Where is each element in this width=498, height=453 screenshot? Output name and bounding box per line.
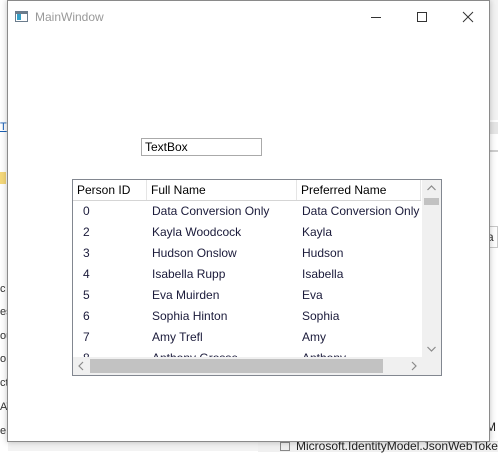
people-data-grid[interactable]: Person ID Full Name Preferred Name 0 Dat… <box>72 179 442 376</box>
cell-person-id: 0 <box>83 204 90 218</box>
chevron-left-icon <box>78 361 84 371</box>
cell-preferred-name: Hudson <box>302 246 344 260</box>
scroll-left-button[interactable] <box>73 357 90 375</box>
horizontal-scrollbar[interactable] <box>73 357 422 375</box>
main-window: MainWindow TextBox Person ID Full Name P… <box>7 0 490 442</box>
vertical-scrollbar[interactable] <box>422 180 441 357</box>
column-header-preferred-name[interactable]: Preferred Name <box>297 180 421 200</box>
table-row[interactable]: 0 Data Conversion Only Data Conversion O… <box>73 201 421 222</box>
background-link-fragment: T <box>0 121 7 133</box>
chevron-right-icon <box>411 361 417 371</box>
table-row[interactable]: 7 Amy Trefl Amy <box>73 327 421 348</box>
scrollbar-corner <box>422 357 441 375</box>
cell-person-id: 5 <box>83 288 90 302</box>
cell-full-name: Kayla Woodcock <box>152 225 242 239</box>
minimize-button[interactable] <box>353 1 399 32</box>
grid-rows: 0 Data Conversion Only Data Conversion O… <box>73 201 421 357</box>
close-icon <box>462 11 474 23</box>
cell-preferred-name: Sophia <box>302 309 340 323</box>
column-header-full-name[interactable]: Full Name <box>147 180 297 200</box>
cell-full-name: Sophia Hinton <box>152 309 228 323</box>
cell-person-id: 8 <box>83 348 143 357</box>
chevron-up-icon <box>427 185 436 191</box>
cell-preferred-name: Data Conversion Only <box>302 204 420 218</box>
cell-full-name: Eva Muirden <box>152 288 220 302</box>
chevron-down-icon <box>427 346 436 352</box>
table-row[interactable]: 8 Anthony Grosse Anthony <box>73 348 421 357</box>
cell-person-id: 7 <box>83 330 90 344</box>
cell-full-name: Hudson Onslow <box>152 246 237 260</box>
column-header-person-id[interactable]: Person ID <box>73 180 147 200</box>
maximize-icon <box>417 12 427 22</box>
cell-person-id: 3 <box>83 246 90 260</box>
cell-preferred-name: Isabella <box>302 267 344 281</box>
cell-preferred-name: Kayla <box>302 225 333 239</box>
cell-preferred-name: Eva <box>302 288 323 302</box>
background-highlight <box>0 172 6 184</box>
cell-preferred-name: Amy <box>302 330 326 344</box>
window-title: MainWindow <box>35 10 104 24</box>
cell-person-id: 4 <box>83 267 90 281</box>
vertical-scroll-thumb[interactable] <box>424 198 439 205</box>
scroll-right-button[interactable] <box>405 357 422 375</box>
scroll-down-button[interactable] <box>422 340 441 357</box>
cell-full-name: Anthony Grosse <box>152 348 297 357</box>
cell-full-name: Isabella Rupp <box>152 267 226 281</box>
title-bar[interactable]: MainWindow <box>8 1 489 33</box>
background-list-item: Microsoft.IdentityModel.JsonWebTokens <box>258 439 498 453</box>
cell-full-name: Amy Trefl <box>152 330 203 344</box>
grid-header: Person ID Full Name Preferred Name <box>73 180 421 201</box>
table-row[interactable]: 3 Hudson Onslow Hudson <box>73 243 421 264</box>
text-input[interactable]: TextBox <box>141 138 262 156</box>
table-row[interactable]: 4 Isabella Rupp Isabella <box>73 264 421 285</box>
cell-full-name: Data Conversion Only <box>152 204 270 218</box>
cell-preferred-name: Anthony <box>302 348 421 357</box>
scroll-up-button[interactable] <box>422 180 441 197</box>
table-row[interactable]: 5 Eva Muirden Eva <box>73 285 421 306</box>
window-app-icon <box>15 11 28 22</box>
table-row[interactable]: 2 Kayla Woodcock Kayla <box>73 222 421 243</box>
package-icon <box>280 442 290 451</box>
cell-person-id: 6 <box>83 309 90 323</box>
maximize-button[interactable] <box>399 1 445 32</box>
minimize-icon <box>371 17 381 18</box>
cell-person-id: 2 <box>83 225 90 239</box>
table-row[interactable]: 6 Sophia Hinton Sophia <box>73 306 421 327</box>
horizontal-scroll-thumb[interactable] <box>90 359 383 373</box>
close-button[interactable] <box>445 1 491 32</box>
